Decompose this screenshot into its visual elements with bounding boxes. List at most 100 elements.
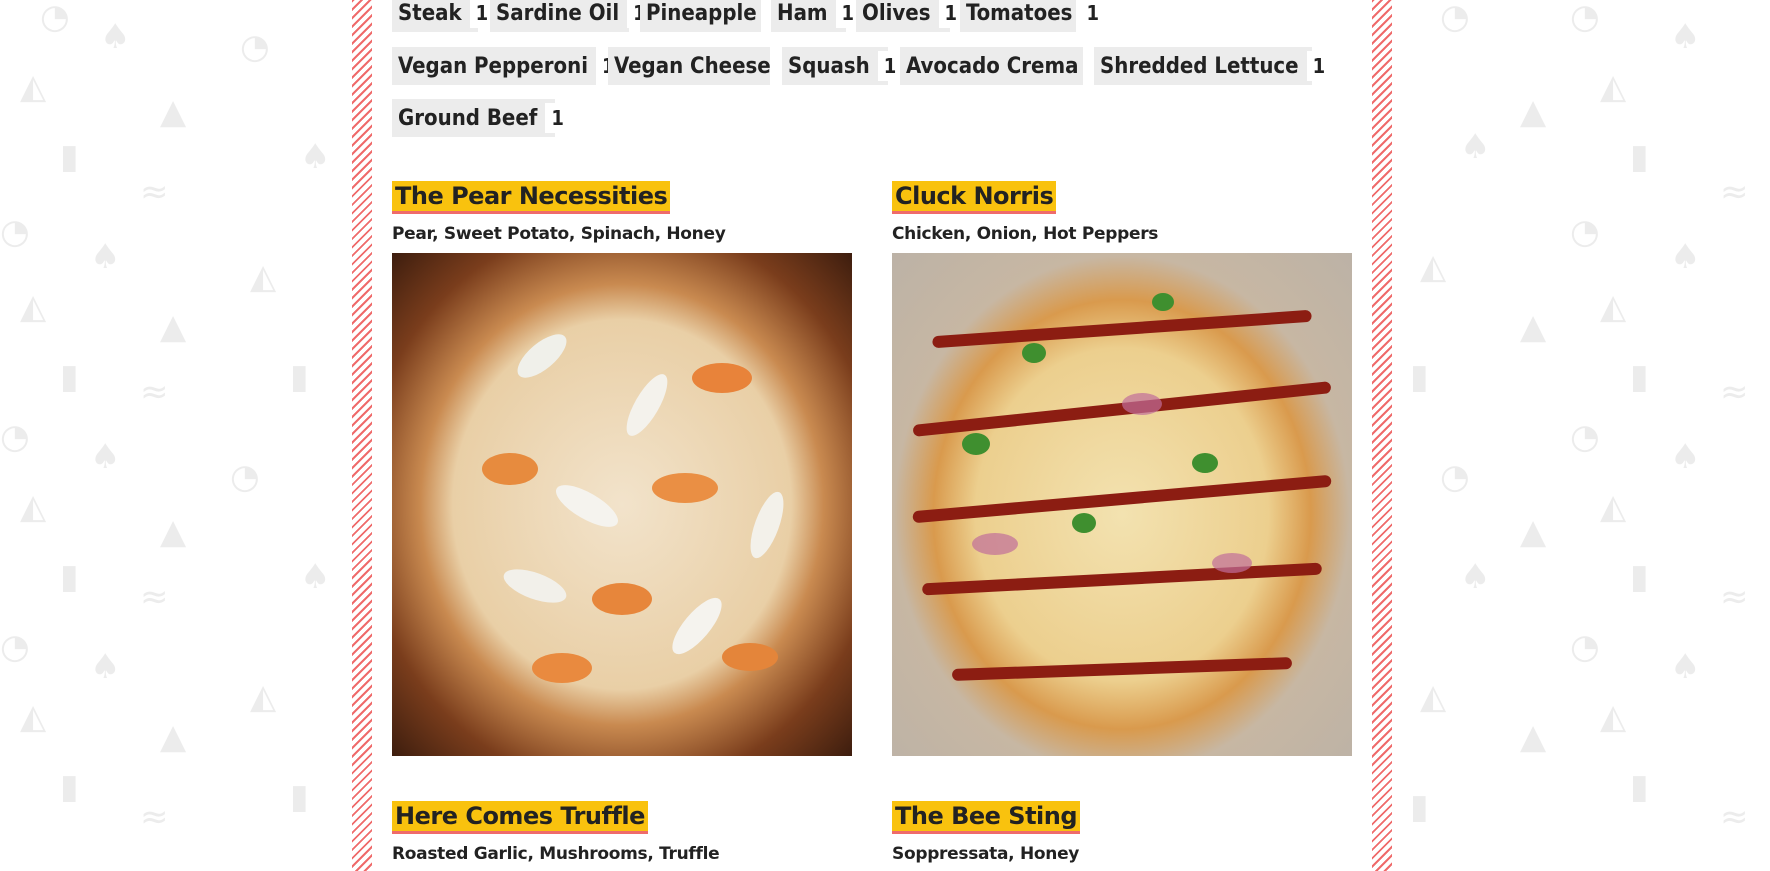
bottles-icon: ▮ <box>1410 357 1429 397</box>
mushroom-icon: ♠ <box>90 437 121 477</box>
pizza-icon: ◔ <box>1570 627 1600 667</box>
bottles-icon: ▮ <box>1630 137 1649 177</box>
bottles-icon: ▮ <box>1630 357 1649 397</box>
right-border-stripe <box>1372 0 1392 871</box>
pizza-ingredients: Roasted Garlic, Mushrooms, Truffle <box>392 844 720 864</box>
pizza-icon: ◔ <box>0 417 30 457</box>
mushroom-icon: ♠ <box>1670 437 1701 477</box>
bacon-icon: ≈ <box>1720 577 1749 617</box>
pizza-card-cluck-norris: Cluck Norris Chicken, Onion, Hot Peppers <box>892 181 1352 756</box>
mushroom-icon: ♠ <box>1460 127 1491 167</box>
pizza-slice-icon: ▲ <box>160 512 187 552</box>
mushroom-icon: ♠ <box>300 137 331 177</box>
cheese-icon: ◭ <box>1600 287 1627 327</box>
filter-label: Vegan Cheese <box>614 53 771 79</box>
mushroom-icon: ♠ <box>1460 557 1491 597</box>
filter-chip-pineapple[interactable]: Pineapple 1 <box>640 0 790 32</box>
filter-count: 1 <box>545 103 570 133</box>
bottles-icon: ▮ <box>290 357 309 397</box>
pizza-icon: ◔ <box>1570 417 1600 457</box>
pizza-title[interactable]: The Pear Necessities <box>392 181 671 214</box>
filter-label: Vegan Pepperoni <box>398 53 588 79</box>
mushroom-icon: ♠ <box>300 557 331 597</box>
filter-chip-vegan-pepperoni[interactable]: Vegan Pepperoni 1 <box>392 47 621 85</box>
bottles-icon: ▮ <box>60 357 79 397</box>
pizza-card-pear-necessities: The Pear Necessities Pear, Sweet Potato,… <box>392 181 852 756</box>
filter-label: Olives <box>862 0 931 26</box>
cheese-icon: ◭ <box>1420 677 1447 717</box>
filter-chip-sardine-oil[interactable]: Sardine Oil 1 <box>490 0 652 32</box>
filter-chip-vegan-cheese[interactable]: Vegan Cheese 1 <box>608 47 804 85</box>
pizza-slice-icon: ▲ <box>160 92 187 132</box>
bacon-icon: ≈ <box>140 577 169 617</box>
bacon-icon: ≈ <box>140 172 169 212</box>
filter-label: Steak <box>398 0 462 26</box>
left-border-stripe <box>352 0 372 871</box>
filter-label: Ham <box>777 0 828 26</box>
bottles-icon: ▮ <box>1630 557 1649 597</box>
pizza-icon: ◔ <box>1570 212 1600 252</box>
pizza-icon: ◔ <box>0 212 30 252</box>
mushroom-icon: ♠ <box>1670 647 1701 687</box>
bacon-icon: ≈ <box>1720 172 1749 212</box>
filter-chip-avocado-crema[interactable]: Avocado Crema 1 <box>900 47 1111 85</box>
pizza-slice-icon: ▲ <box>160 307 187 347</box>
bacon-icon: ≈ <box>1720 797 1749 837</box>
filter-label: Pineapple <box>646 0 757 26</box>
pizza-icon: ◔ <box>1440 0 1470 37</box>
pizza-card-bee-sting: The Bee Sting Soppressata, Honey <box>892 801 1352 864</box>
cheese-icon: ◭ <box>1420 247 1447 287</box>
bottles-icon: ▮ <box>60 767 79 807</box>
bacon-icon: ≈ <box>140 372 169 412</box>
pizza-ingredients: Chicken, Onion, Hot Peppers <box>892 224 1159 244</box>
pizza-title[interactable]: Cluck Norris <box>892 181 1057 214</box>
cheese-icon: ◭ <box>1600 697 1627 737</box>
bottles-icon: ▮ <box>1630 767 1649 807</box>
mushroom-icon: ♠ <box>100 17 131 57</box>
filter-chip-shredded-lettuce[interactable]: Shredded Lettuce 1 <box>1094 47 1332 85</box>
mushroom-icon: ♠ <box>1670 237 1701 277</box>
bottles-icon: ▮ <box>60 137 79 177</box>
pizza-slice-icon: ▲ <box>1520 512 1547 552</box>
pizza-icon: ◔ <box>40 0 70 37</box>
filter-chip-ham[interactable]: Ham 1 <box>771 0 861 32</box>
pizza-photo[interactable] <box>892 253 1352 756</box>
pizza-ingredients: Pear, Sweet Potato, Spinach, Honey <box>392 224 726 244</box>
filter-count: 1 <box>877 51 903 81</box>
bacon-icon: ≈ <box>1720 372 1749 412</box>
pizza-slice-icon: ▲ <box>1520 717 1547 757</box>
filter-label: Avocado Crema <box>906 53 1079 79</box>
filter-label: Squash <box>788 53 870 79</box>
cheese-icon: ◭ <box>20 487 47 527</box>
filter-count: 1 <box>1306 51 1332 81</box>
filter-label: Tomatoes <box>966 0 1073 26</box>
filter-chip-steak[interactable]: Steak 1 <box>392 0 495 32</box>
cheese-icon: ◭ <box>1600 487 1627 527</box>
filter-chip-tomatoes[interactable]: Tomatoes 1 <box>960 0 1105 32</box>
filter-count: 1 <box>1080 0 1105 28</box>
filter-chip-ground-beef[interactable]: Ground Beef 1 <box>392 99 570 137</box>
cheese-icon: ◭ <box>250 677 277 717</box>
pizza-title[interactable]: The Bee Sting <box>892 801 1081 834</box>
filter-chip-olives[interactable]: Olives 1 <box>856 0 964 32</box>
pizza-slice-icon: ▲ <box>1520 92 1547 132</box>
filter-chip-squash[interactable]: Squash 1 <box>782 47 903 85</box>
bacon-icon: ≈ <box>140 797 169 837</box>
main-content: Steak 1 Sardine Oil 1 Pineapple 1 Ham 1 … <box>372 0 1372 871</box>
cheese-icon: ◭ <box>20 67 47 107</box>
pizza-icon: ◔ <box>1440 457 1470 497</box>
pizza-ingredients: Soppressata, Honey <box>892 844 1080 864</box>
pizza-icon: ◔ <box>1570 0 1600 37</box>
pizza-slice-icon: ▲ <box>1520 307 1547 347</box>
cheese-icon: ◭ <box>20 287 47 327</box>
bottles-icon: ▮ <box>60 557 79 597</box>
pizza-icon: ◔ <box>240 27 270 67</box>
pizza-card-here-comes-truffle: Here Comes Truffle Roasted Garlic, Mushr… <box>392 801 852 864</box>
pizza-title[interactable]: Here Comes Truffle <box>392 801 648 834</box>
pizza-photo[interactable] <box>392 253 852 756</box>
filter-label: Shredded Lettuce <box>1100 53 1299 79</box>
cheese-icon: ◭ <box>20 697 47 737</box>
mushroom-icon: ♠ <box>90 647 121 687</box>
cheese-icon: ◭ <box>1600 67 1627 107</box>
cheese-icon: ◭ <box>250 257 277 297</box>
